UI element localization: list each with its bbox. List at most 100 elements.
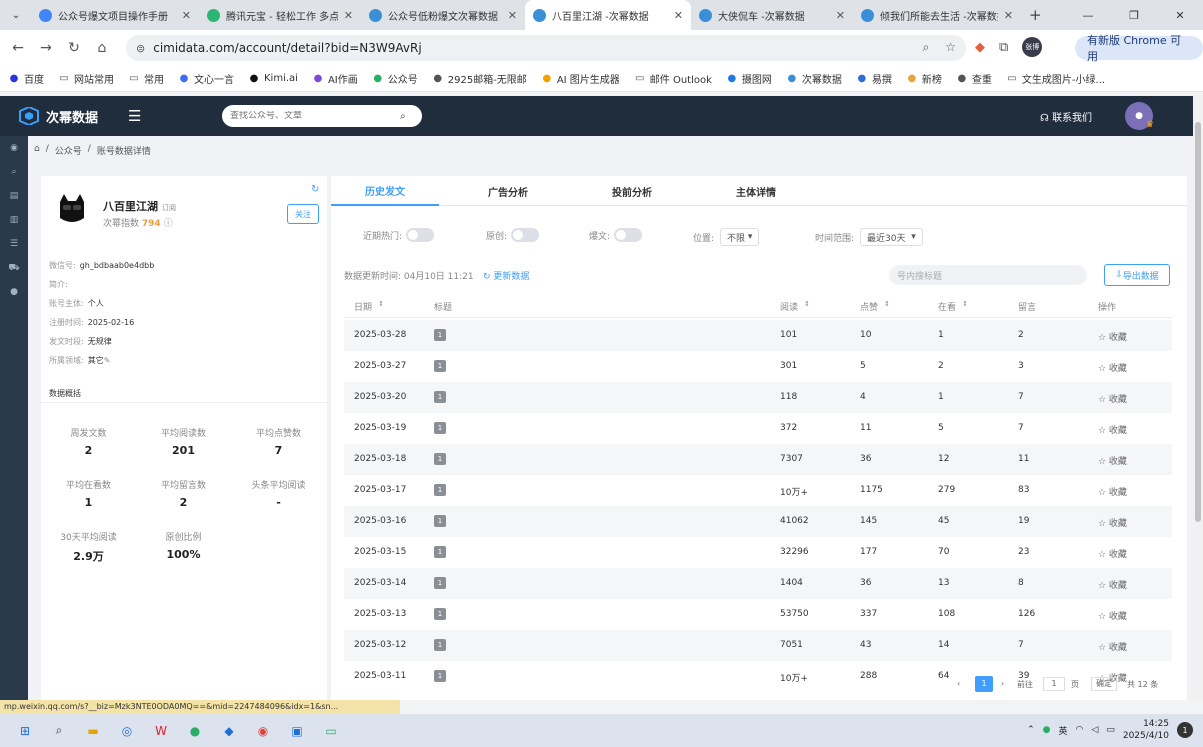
windows-start-icon[interactable]: ⊞	[12, 718, 38, 744]
extension-gem-icon[interactable]: ◆	[975, 40, 985, 55]
file-icon[interactable]: ▥	[0, 208, 28, 232]
bookmark-item[interactable]: ▭ 网站常用	[58, 71, 114, 86]
browser-app-icon[interactable]: ◎	[114, 718, 140, 744]
column-header[interactable]: 点赞	[860, 300, 878, 313]
bookmark-item[interactable]: ▭ 文生成图片-小绿...	[1006, 71, 1105, 86]
viral-toggle[interactable]	[614, 228, 643, 242]
site-info-icon[interactable]: ⊜	[136, 42, 145, 55]
favorite-button[interactable]: ☆ 收藏	[1098, 578, 1127, 591]
bookmark-item[interactable]: ● AI 图片生成器	[541, 71, 619, 86]
document-icon[interactable]: ▤	[0, 184, 28, 208]
list-icon[interactable]: ☰	[0, 232, 28, 256]
sort-icon[interactable]: ⇕	[378, 300, 384, 308]
restore-icon[interactable]: ❐	[1111, 9, 1157, 22]
browser-tab[interactable]: 公众号爆文项目操作手册 ✕	[31, 0, 199, 30]
favorite-button[interactable]: ☆ 收藏	[1098, 640, 1127, 653]
favorite-button[interactable]: ☆ 收藏	[1098, 330, 1127, 343]
extensions-puzzle-icon[interactable]: ⧉	[999, 40, 1008, 55]
tab-close-icon[interactable]: ✕	[182, 9, 191, 22]
lang-indicator[interactable]: 英	[1059, 724, 1068, 737]
home-crumb-icon[interactable]: ⌂	[34, 144, 40, 157]
chrome-update-button[interactable]: 有新版 Chrome 可用	[1075, 34, 1203, 63]
close-window-icon[interactable]: ✕	[1157, 9, 1203, 22]
confirm-page-button[interactable]: 确定	[1091, 677, 1117, 691]
top-search-box[interactable]: ⌕	[222, 105, 422, 127]
photos-icon[interactable]: ▣	[284, 718, 310, 744]
bookmark-item[interactable]: ● 易撰	[856, 71, 892, 86]
column-header[interactable]: 在看	[938, 300, 956, 313]
bookmark-item[interactable]: ● Kimi.ai	[248, 73, 298, 85]
column-header[interactable]: 阅读	[780, 300, 798, 313]
bookmark-item[interactable]: ● AI作画	[312, 71, 358, 86]
bookmark-item[interactable]: ▭ 常用	[128, 71, 164, 86]
hamburger-menu-icon[interactable]: ☰	[128, 107, 141, 125]
favorite-button[interactable]: ☆ 收藏	[1098, 547, 1127, 560]
contact-link[interactable]: ☊ 联系我们	[1040, 109, 1092, 124]
follow-button[interactable]: 关注	[287, 204, 319, 224]
crumb-official-account[interactable]: 公众号	[55, 144, 82, 157]
volume-icon[interactable]: ◁	[1091, 725, 1098, 735]
wps-icon[interactable]: W	[148, 718, 174, 744]
original-toggle[interactable]	[511, 228, 540, 242]
tab-close-icon[interactable]: ✕	[1004, 9, 1013, 22]
help-icon[interactable]: ⓘ	[164, 219, 173, 229]
bookmark-item[interactable]: ● 次幂数据	[786, 71, 842, 86]
user-icon[interactable]: ●	[0, 280, 28, 304]
minimize-icon[interactable]: —	[1065, 9, 1111, 22]
bookmark-item[interactable]: ● 查重	[956, 71, 992, 86]
column-header[interactable]: 日期	[354, 300, 372, 313]
panel-tab[interactable]: 广告分析	[453, 176, 563, 206]
hot-toggle[interactable]	[406, 228, 435, 242]
favorite-button[interactable]: ☆ 收藏	[1098, 454, 1127, 467]
bookmark-item[interactable]: ● 公众号	[372, 71, 417, 86]
tray-app-icon[interactable]: ●	[1043, 725, 1051, 735]
dashboard-icon[interactable]: ◉	[0, 136, 28, 160]
favorite-button[interactable]: ☆ 收藏	[1098, 423, 1127, 436]
panel-tab[interactable]: 主体详情	[701, 176, 811, 206]
browser-tab[interactable]: 八百里江湖 -次幂数据 ✕	[525, 0, 691, 30]
tab-close-icon[interactable]: ✕	[508, 9, 517, 22]
cimi-logo[interactable]: 次幂数据	[18, 107, 98, 126]
prev-page-button[interactable]: ‹	[957, 679, 960, 688]
search-nav-icon[interactable]: ⌕	[0, 160, 28, 184]
sort-icon[interactable]: ⇕	[804, 300, 810, 308]
bookmark-item[interactable]: ● 2925邮箱-无限邮	[432, 71, 526, 86]
clock[interactable]: 14:25 2025/4/10	[1123, 718, 1169, 742]
search-icon[interactable]: ⌕	[400, 111, 406, 122]
current-page-button[interactable]: 1	[975, 676, 993, 692]
browser-tab[interactable]: 公众号低粉爆文次幂数据 ✕	[361, 0, 525, 30]
favorite-button[interactable]: ☆ 收藏	[1098, 361, 1127, 374]
favorite-button[interactable]: ☆ 收藏	[1098, 392, 1127, 405]
tab-search-chevron-icon[interactable]: ⌄	[5, 4, 27, 26]
refresh-icon[interactable]: ↻	[311, 184, 319, 195]
forward-arrow-icon[interactable]: →	[32, 40, 60, 56]
app-blue-icon[interactable]: ◆	[216, 718, 242, 744]
back-arrow-icon[interactable]: ←	[4, 40, 32, 56]
column-header[interactable]: 留言	[1018, 300, 1036, 313]
bookmark-item[interactable]: ▭ 邮件 Outlook	[634, 71, 712, 86]
chrome-icon[interactable]: ◉	[250, 718, 276, 744]
panel-tab[interactable]: 投前分析	[577, 176, 687, 206]
favorite-button[interactable]: ☆ 收藏	[1098, 609, 1127, 622]
browser-tab[interactable]: 腾讯元宝 - 轻松工作 多点生活 ✕	[199, 0, 361, 30]
next-page-button[interactable]: ›	[1001, 679, 1004, 688]
tab-close-icon[interactable]: ✕	[344, 9, 353, 22]
top-search-input[interactable]	[230, 111, 400, 121]
range-select[interactable]: 最近30天 ▾	[860, 228, 923, 246]
page-scrollbar[interactable]	[1193, 96, 1203, 700]
update-data-button[interactable]: ↻ 更新数据	[483, 269, 529, 282]
favorite-button[interactable]: ☆ 收藏	[1098, 516, 1127, 529]
favorite-button[interactable]: ☆ 收藏	[1098, 485, 1127, 498]
bookmark-item[interactable]: ● 文心一言	[178, 71, 234, 86]
cart-icon[interactable]: ⛟	[0, 256, 28, 280]
new-tab-plus-icon[interactable]: +	[1029, 6, 1042, 24]
panel-tab[interactable]: 历史发文	[331, 176, 439, 206]
sort-icon[interactable]: ⇕	[962, 300, 968, 308]
sort-icon[interactable]: ⇕	[884, 300, 890, 308]
tab-close-icon[interactable]: ✕	[674, 9, 683, 22]
edit-pencil-icon[interactable]: ✎	[104, 356, 111, 365]
tray-chevron-icon[interactable]: ⌃	[1027, 725, 1035, 735]
address-bar[interactable]: ⊜ cimidata.com/account/detail?bid=N3W9Av…	[126, 35, 966, 61]
screen-app-icon[interactable]: ▭	[318, 718, 344, 744]
wechat-icon[interactable]: ●	[182, 718, 208, 744]
